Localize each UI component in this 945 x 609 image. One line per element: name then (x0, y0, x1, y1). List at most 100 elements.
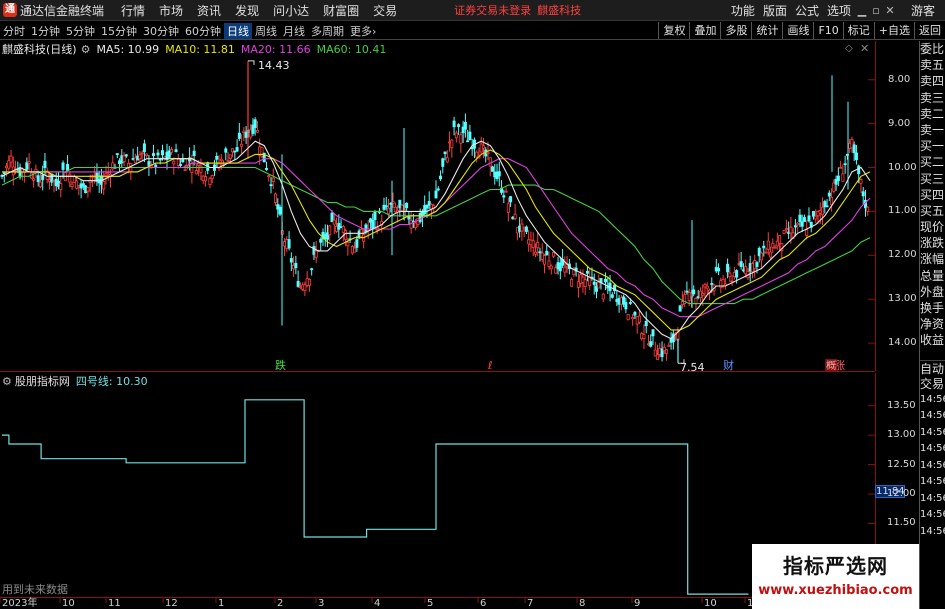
side-field-label: 卖二 (920, 106, 945, 121)
candle-body (219, 158, 223, 161)
price-pane-header: 麒盛科技(日线) ⚙ MA5: 10.99 MA10: 11.81 MA20: … (0, 41, 386, 57)
side-field-label: 自动 (920, 359, 945, 376)
candle-body (310, 268, 314, 271)
candle-body (624, 302, 628, 310)
chart-canvas[interactable]: 14.437.54跌 ℓ 财概涨 (0, 0, 875, 609)
settings-gear-icon[interactable]: ⚙ (2, 375, 12, 388)
candle-body (190, 163, 194, 173)
candle-body (656, 354, 660, 360)
candle-body (215, 155, 219, 160)
future-data-note: 用到未来数据 (2, 583, 68, 596)
settings-gear-icon[interactable]: ⚙ (81, 43, 91, 56)
candle-body (344, 230, 348, 240)
candle-body (784, 228, 788, 230)
candle-body (814, 215, 818, 220)
candle-body (866, 206, 870, 212)
candle-body (122, 155, 126, 162)
candle-body (407, 216, 411, 220)
event-marker: ℓ (487, 359, 493, 372)
candle-body (264, 167, 268, 170)
candle-body (142, 143, 146, 153)
candle-body (2, 172, 6, 175)
candle-body (443, 151, 447, 155)
low-price-label: 7.54 (680, 361, 705, 374)
candle-body (86, 187, 90, 192)
candle-body (807, 215, 811, 222)
candle-body (454, 132, 458, 139)
trade-time: 14:56 (920, 443, 945, 455)
candle-body (271, 177, 275, 183)
candle-body (192, 150, 196, 156)
side-field-label: 买三 (920, 171, 945, 186)
candle-body (836, 175, 840, 182)
date-tick-label: 5 (427, 598, 434, 609)
candle-body (583, 279, 587, 288)
candle-body (267, 175, 271, 178)
candle-body (439, 175, 443, 180)
candle-body (502, 195, 506, 198)
candle-body (626, 314, 630, 321)
candle-body (861, 191, 865, 197)
candle-body (140, 152, 144, 155)
candle-body (549, 265, 553, 270)
close-icon[interactable]: ✕ (883, 4, 897, 17)
candle-body (513, 213, 517, 220)
candle-body (253, 119, 257, 129)
candle-body (319, 239, 323, 243)
indicator-name[interactable]: 股朋指标网 (15, 373, 70, 389)
candle-body (825, 205, 829, 208)
candle-body (457, 124, 461, 127)
candle-body (441, 158, 445, 167)
candle-body (434, 190, 438, 199)
candle-body (466, 140, 470, 143)
candle-body (235, 147, 239, 152)
candle-body (796, 222, 800, 226)
candle-body (194, 170, 198, 175)
candle-body (346, 242, 350, 247)
candle-body (210, 175, 214, 180)
candle-body (332, 219, 336, 225)
candle-body (491, 166, 495, 172)
candle-body (237, 132, 241, 139)
candle-body (651, 329, 655, 337)
candle-body (104, 173, 108, 177)
candle-body (769, 251, 773, 258)
guest-user[interactable]: 游客 (897, 2, 945, 19)
event-marker: 财 (723, 358, 734, 372)
trade-time: 14:56 (920, 476, 945, 488)
ma60-label: MA60: 10.41 (316, 42, 387, 56)
stock-name[interactable]: 麒盛科技(日线) (2, 41, 77, 57)
trade-time: 14:56 (920, 459, 945, 471)
candle-body (857, 165, 861, 175)
price-axis: 14.00 13.00 12.00 11.00 10.00 9.00 8.00 (875, 41, 919, 371)
candle-body (735, 270, 739, 278)
add-watchlist-button[interactable]: +自选 (873, 22, 914, 39)
candle-body (570, 278, 574, 287)
trade-time: 14:56 (920, 393, 945, 405)
event-marker: 跌 (275, 358, 286, 372)
date-tick-label: 4 (374, 598, 381, 609)
candle-body (728, 272, 732, 277)
candle-body (32, 178, 36, 181)
watermark-banner: 指标严选网 www.xuezhibiao.com (752, 544, 919, 609)
candle-body (445, 157, 449, 163)
candle-body (536, 242, 540, 249)
back-button[interactable]: 返回 (914, 22, 945, 39)
indicator-pane-header: ⚙ 股朋指标网 四号线: 10.30 (0, 373, 148, 389)
side-field-label: 卖五 (920, 58, 945, 73)
candle-body (124, 154, 128, 157)
indicator-line-label: 四号线: 10.30 (75, 375, 148, 388)
candle-body (156, 152, 160, 156)
candle-body (705, 285, 709, 289)
close-pane-icon[interactable]: ✕ (860, 42, 869, 55)
candle-body (667, 344, 671, 347)
ma10-label: MA10: 11.81 (165, 42, 235, 56)
candle-body (631, 316, 635, 320)
date-tick-label: 3 (318, 598, 325, 609)
side-field-label: 换手 (920, 301, 945, 315)
candle-body (585, 270, 589, 274)
diamond-icon[interactable]: ◇ (845, 43, 853, 54)
side-field-label: 买五 (920, 203, 945, 218)
candle-body (66, 164, 70, 171)
price-tick-label: 11.00 (888, 205, 917, 217)
